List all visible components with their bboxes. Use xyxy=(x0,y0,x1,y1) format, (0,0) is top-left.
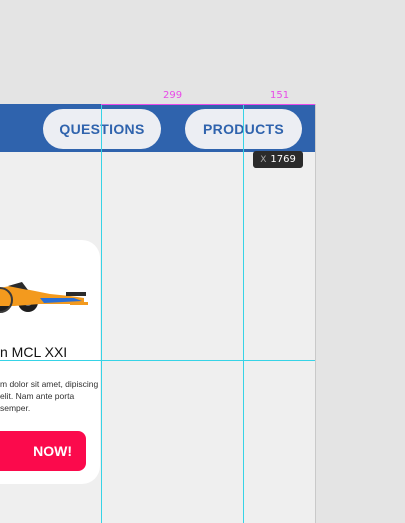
vertical-guide-left[interactable] xyxy=(101,104,102,523)
dimension-value: 1769 xyxy=(270,154,296,165)
measure-line xyxy=(101,104,315,105)
vertical-guide-right[interactable] xyxy=(243,104,244,523)
product-description: m dolor sit amet, dipiscing elit. Nam an… xyxy=(0,379,99,413)
measure-label-right: 151 xyxy=(270,90,290,101)
top-navbar: QUESTIONS PRODUCTS xyxy=(0,104,315,152)
dimension-badge: X 1769 xyxy=(253,151,303,168)
buy-now-button[interactable]: NOW! xyxy=(0,431,86,471)
measure-label-left: 299 xyxy=(163,90,183,101)
dimension-prefix: X xyxy=(260,154,267,165)
product-card: n MCL XXI m dolor sit amet, dipiscing el… xyxy=(0,240,100,484)
product-title: n MCL XXI xyxy=(0,344,68,360)
questions-nav-button[interactable]: QUESTIONS xyxy=(43,109,161,149)
horizontal-guide[interactable] xyxy=(0,360,315,361)
race-car-image xyxy=(0,282,88,313)
